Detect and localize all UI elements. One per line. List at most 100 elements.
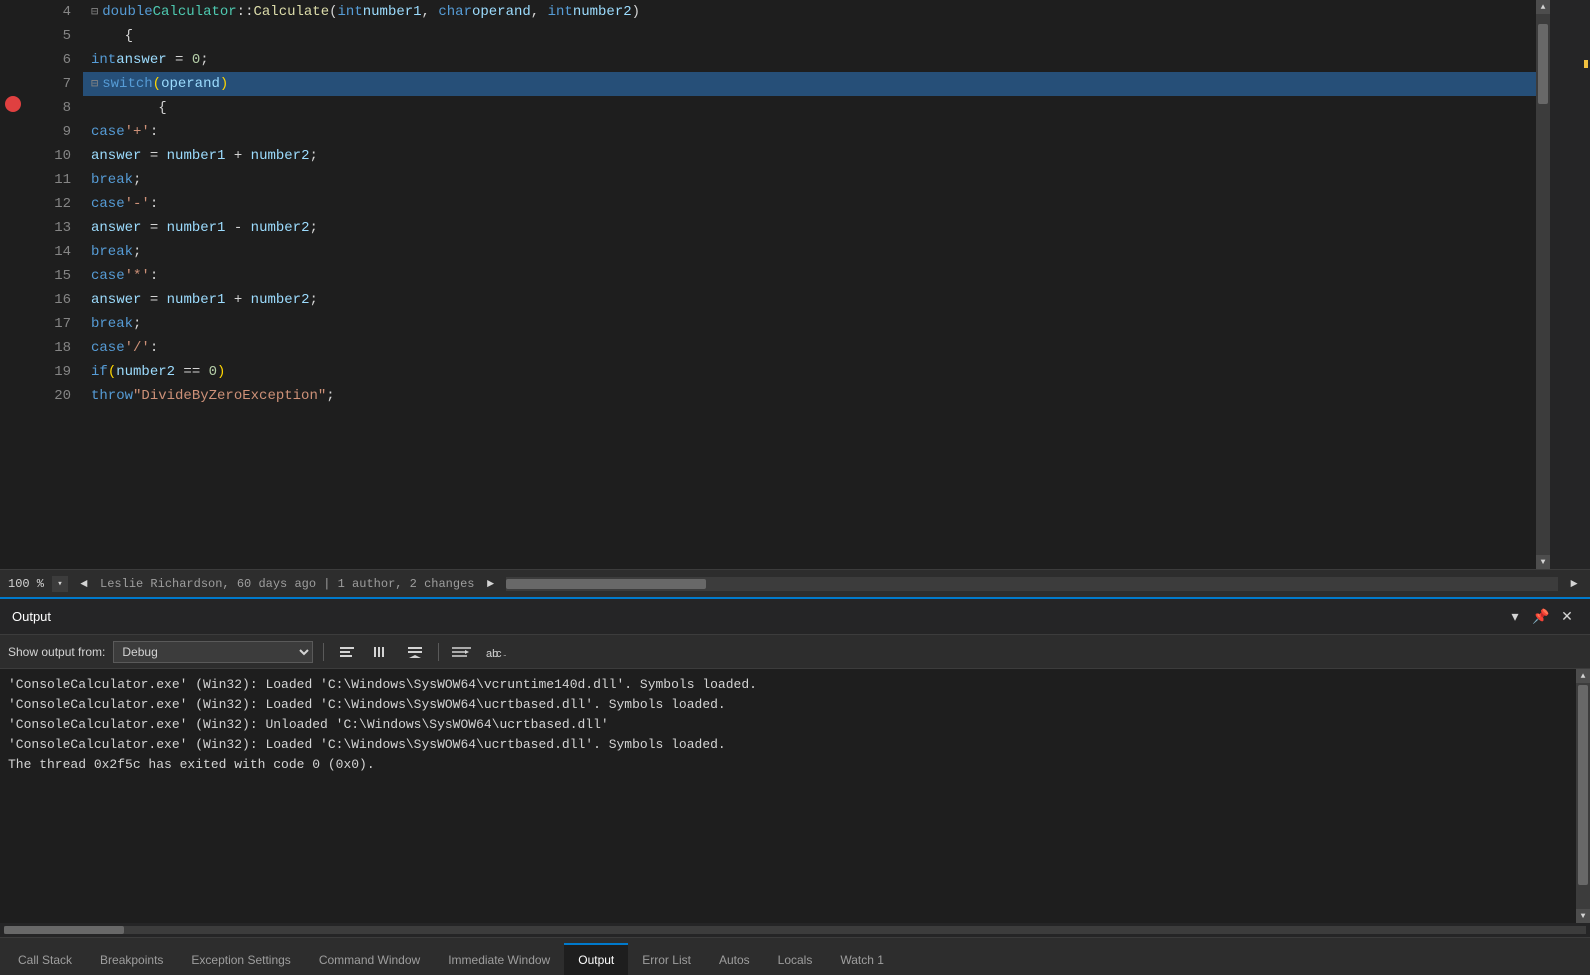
output-scroll-track[interactable] xyxy=(1576,683,1590,909)
zoom-level: 100 % xyxy=(8,577,44,591)
line-number-15: 15 xyxy=(28,264,71,288)
editor-area: 4567891011121314151617181920 ⊟double Cal… xyxy=(0,0,1590,597)
output-line-0: 'ConsoleCalculator.exe' (Win32): Loaded … xyxy=(8,675,1568,695)
zoom-dropdown[interactable]: ▾ xyxy=(52,576,68,592)
code-line-7: ⊟ switch (operand) xyxy=(83,72,1536,96)
line-number-13: 13 xyxy=(28,216,71,240)
line-number-19: 19 xyxy=(28,360,71,384)
output-line-1: 'ConsoleCalculator.exe' (Win32): Loaded … xyxy=(8,695,1568,715)
word-wrap-btn[interactable] xyxy=(449,639,475,665)
code-line-5: { xyxy=(83,24,1536,48)
line-number-12: 12 xyxy=(28,192,71,216)
output-line-4: The thread 0x2f5c has exited with code 0… xyxy=(8,755,1568,775)
output-body: 'ConsoleCalculator.exe' (Win32): Loaded … xyxy=(0,669,1590,923)
output-line-3: 'ConsoleCalculator.exe' (Win32): Loaded … xyxy=(8,735,1568,755)
scroll-up-btn[interactable]: ▲ xyxy=(1536,0,1550,14)
bottom-tab-breakpoints[interactable]: Breakpoints xyxy=(86,943,177,975)
output-line-2: 'ConsoleCalculator.exe' (Win32): Unloade… xyxy=(8,715,1568,735)
line-number-14: 14 xyxy=(28,240,71,264)
line-number-4: 4 xyxy=(28,0,71,24)
line-number-9: 9 xyxy=(28,120,71,144)
line-numbers: 4567891011121314151617181920 xyxy=(28,0,83,569)
editor-status-bar: 100 % ▾ ◄ Leslie Richardson, 60 days ago… xyxy=(0,569,1590,597)
bottom-tab-output[interactable]: Output xyxy=(564,943,628,975)
horizontal-scroll-track[interactable] xyxy=(506,577,1558,591)
line-number-10: 10 xyxy=(28,144,71,168)
code-line-12: case '-': xyxy=(83,192,1536,216)
code-line-11: break; xyxy=(83,168,1536,192)
code-container: 4567891011121314151617181920 ⊟double Cal… xyxy=(0,0,1590,569)
line-number-11: 11 xyxy=(28,168,71,192)
output-horizontal-scrollbar[interactable] xyxy=(0,923,1590,937)
line-number-6: 6 xyxy=(28,48,71,72)
output-panel-title: Output xyxy=(12,609,51,624)
output-close-btn[interactable]: ✕ xyxy=(1556,606,1578,628)
scroll-right-btn[interactable]: ► xyxy=(1566,576,1582,592)
svg-text:c→: c→ xyxy=(496,648,506,660)
line-number-8: 8 xyxy=(28,96,71,120)
horizontal-scroll-thumb[interactable] xyxy=(506,579,706,589)
code-line-13: answer = number1 - number2; xyxy=(83,216,1536,240)
code-line-6: int answer = 0; xyxy=(83,48,1536,72)
author-info: Leslie Richardson, 60 days ago | 1 autho… xyxy=(100,577,474,591)
vertical-scrollbar[interactable]: ▲ ▼ xyxy=(1536,0,1550,569)
output-panel: Output ▾ 📌 ✕ Show output from: Debug xyxy=(0,597,1590,937)
code-line-9: case '+': xyxy=(83,120,1536,144)
code-line-17: break; xyxy=(83,312,1536,336)
line-number-20: 20 xyxy=(28,384,71,408)
move-btn[interactable] xyxy=(402,639,428,665)
scroll-thumb[interactable] xyxy=(1538,24,1548,104)
bottom-tab-exception-settings[interactable]: Exception Settings xyxy=(177,943,304,975)
minimap xyxy=(1550,0,1590,569)
output-header-controls: ▾ 📌 ✕ xyxy=(1504,606,1578,628)
bottom-tab-command-window[interactable]: Command Window xyxy=(305,943,434,975)
code-content: ⊟double Calculator::Calculate(int number… xyxy=(83,0,1536,569)
code-line-4: ⊟double Calculator::Calculate(int number… xyxy=(83,0,1536,24)
code-line-16: answer = number1 + number2; xyxy=(83,288,1536,312)
bottom-tab-error-list[interactable]: Error List xyxy=(628,943,705,975)
output-source-select[interactable]: Debug xyxy=(113,641,313,663)
nav-right-btn[interactable]: ► xyxy=(482,576,498,592)
output-scroll-down-btn[interactable]: ▼ xyxy=(1576,909,1590,923)
scroll-down-btn[interactable]: ▼ xyxy=(1536,555,1550,569)
output-toolbar: Show output from: Debug xyxy=(0,635,1590,669)
bottom-tab-call-stack[interactable]: Call Stack xyxy=(4,943,86,975)
bottom-tab-watch-1[interactable]: Watch 1 xyxy=(826,943,898,975)
clear-btn[interactable]: ab c→ xyxy=(483,639,509,665)
code-line-10: answer = number1 + number2; xyxy=(83,144,1536,168)
bottom-tab-bar: Call StackBreakpointsException SettingsC… xyxy=(0,937,1590,975)
go-to-col-btn[interactable] xyxy=(368,639,394,665)
breakpoint-indicator[interactable] xyxy=(5,96,21,112)
line-number-16: 16 xyxy=(28,288,71,312)
toolbar-separator-2 xyxy=(438,643,439,661)
code-line-14: break; xyxy=(83,240,1536,264)
output-h-scroll-thumb[interactable] xyxy=(4,926,124,934)
line-number-17: 17 xyxy=(28,312,71,336)
output-vertical-scrollbar[interactable]: ▲ ▼ xyxy=(1576,669,1590,923)
bottom-tab-immediate-window[interactable]: Immediate Window xyxy=(434,943,564,975)
code-line-19: if (number2 == 0) xyxy=(83,360,1536,384)
code-line-15: case '*': xyxy=(83,264,1536,288)
margin-gutter[interactable] xyxy=(0,0,28,569)
go-to-line-btn[interactable] xyxy=(334,639,360,665)
line-number-7: 7 xyxy=(28,72,71,96)
code-line-18: case '/': xyxy=(83,336,1536,360)
output-h-scroll-track[interactable] xyxy=(4,926,1586,934)
bottom-tab-autos[interactable]: Autos xyxy=(705,943,764,975)
output-content: 'ConsoleCalculator.exe' (Win32): Loaded … xyxy=(0,669,1576,923)
show-output-label: Show output from: xyxy=(8,645,105,659)
nav-left-btn[interactable]: ◄ xyxy=(76,576,92,592)
scroll-track[interactable] xyxy=(1536,14,1550,555)
output-pin-btn[interactable]: 📌 xyxy=(1530,606,1552,628)
code-line-20: throw "DivideByZeroException"; xyxy=(83,384,1536,408)
toolbar-separator-1 xyxy=(323,643,324,661)
output-text: 'ConsoleCalculator.exe' (Win32): Loaded … xyxy=(8,675,1568,917)
output-scroll-thumb[interactable] xyxy=(1578,685,1588,885)
minimap-highlight xyxy=(1584,60,1588,68)
code-line-8: { xyxy=(83,96,1536,120)
output-scroll-up-btn[interactable]: ▲ xyxy=(1576,669,1590,683)
output-header: Output ▾ 📌 ✕ xyxy=(0,599,1590,635)
output-collapse-btn[interactable]: ▾ xyxy=(1504,606,1526,628)
bottom-tab-locals[interactable]: Locals xyxy=(764,943,827,975)
line-number-5: 5 xyxy=(28,24,71,48)
